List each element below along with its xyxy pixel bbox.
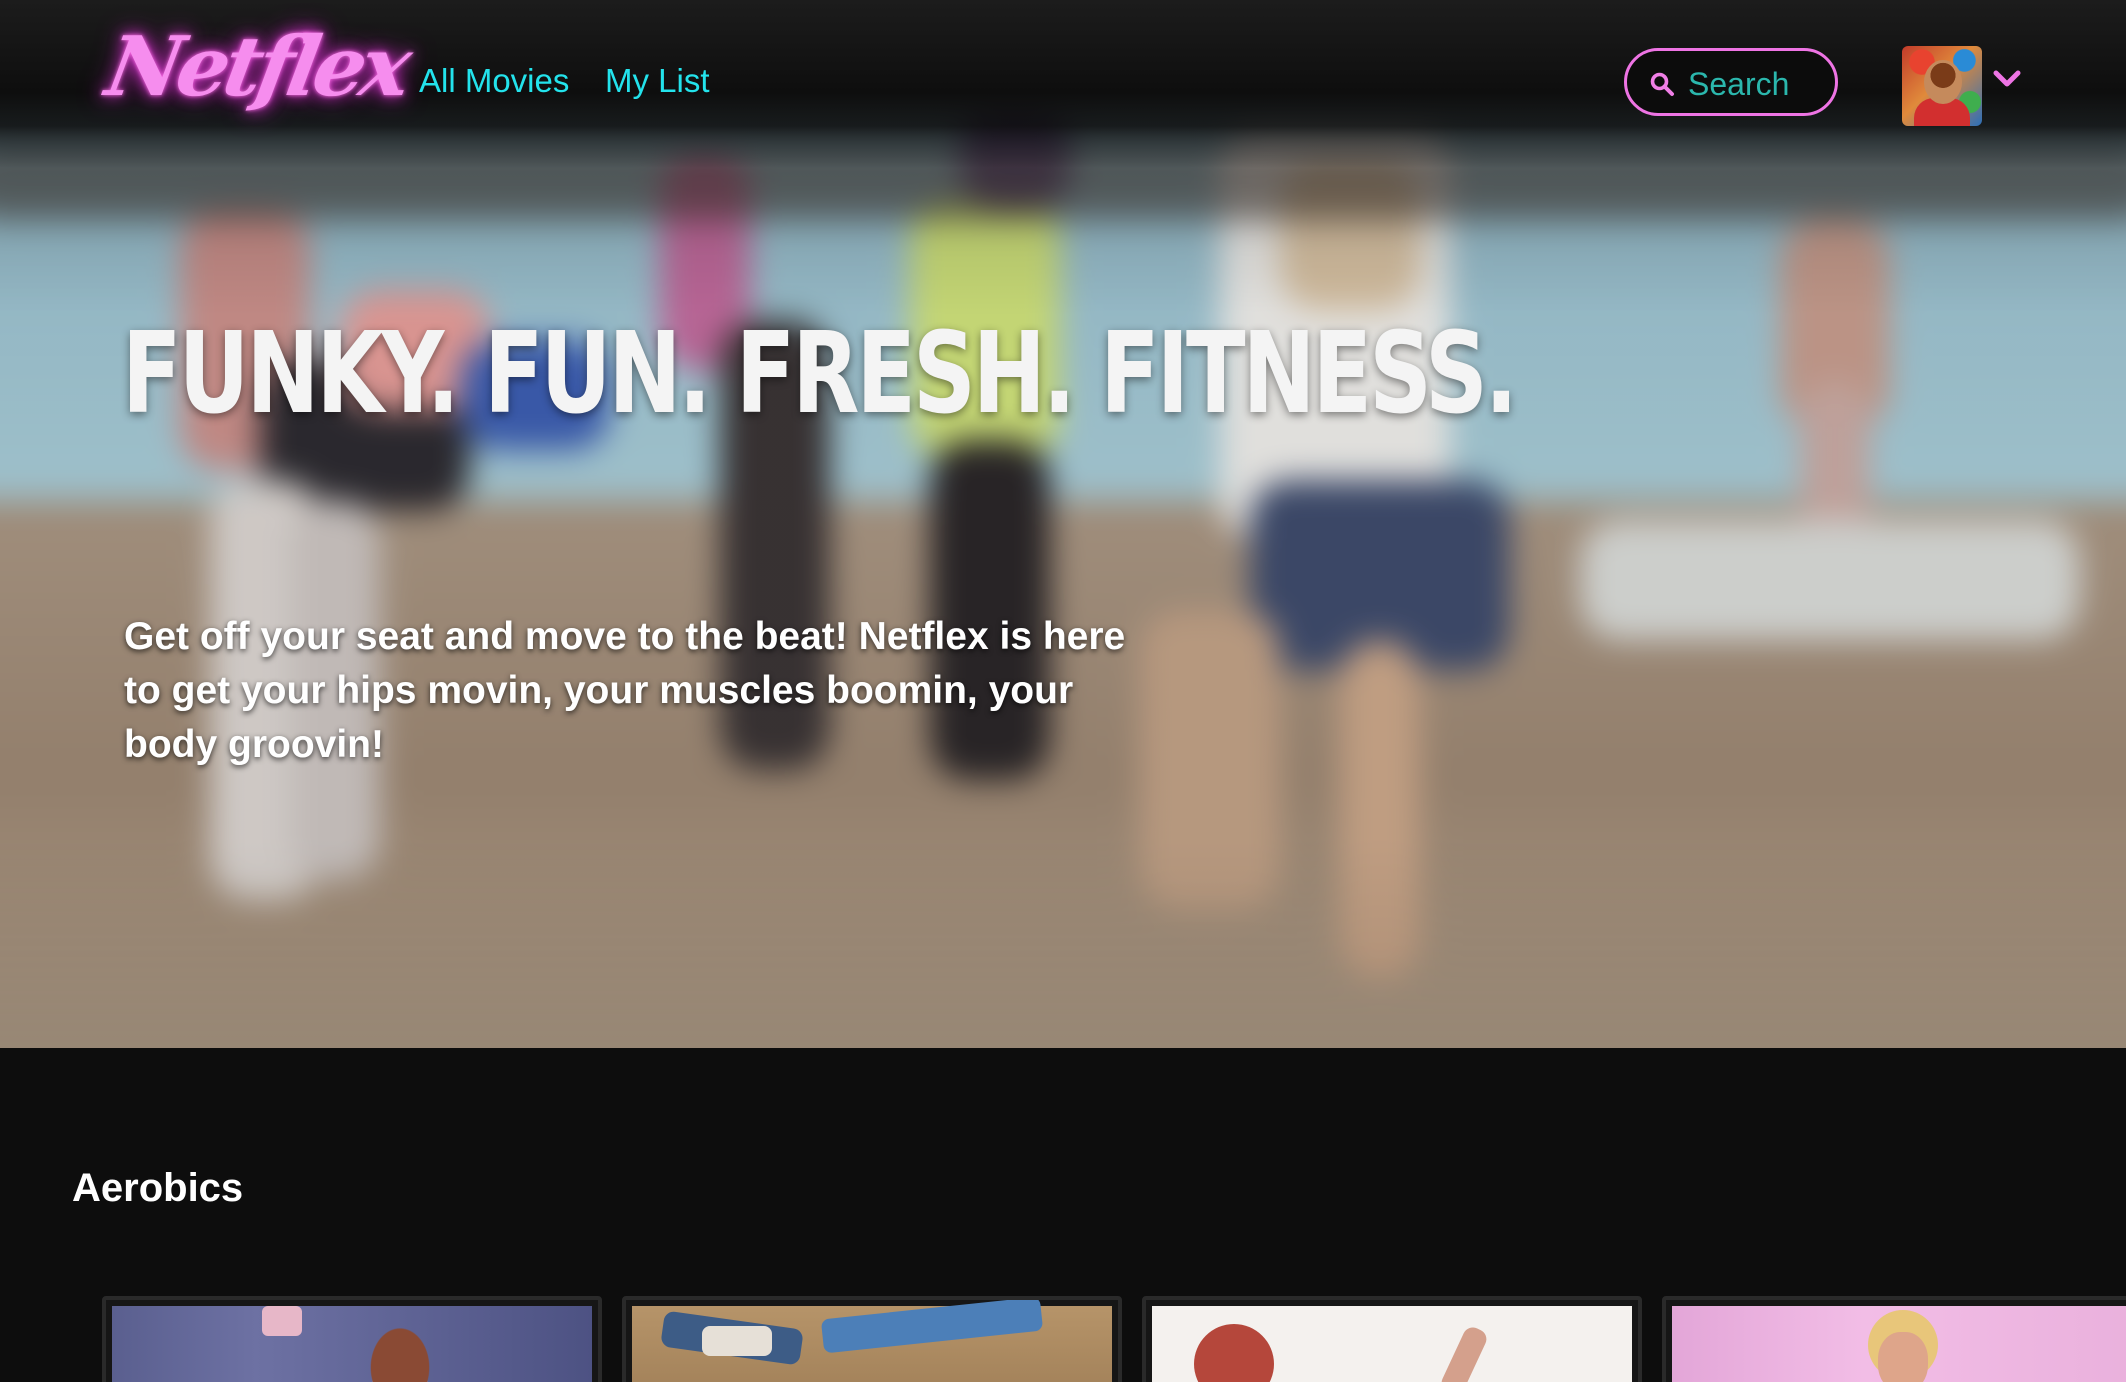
video-card[interactable] — [1142, 1296, 1642, 1382]
search-input[interactable]: Search — [1624, 48, 1838, 116]
search-placeholder: Search — [1688, 66, 1790, 102]
video-thumbnail — [632, 1300, 1112, 1382]
hero-title: FUNKY. FUN. FRESH. FITNESS. — [122, 309, 1518, 439]
video-thumbnail — [1672, 1306, 2126, 1382]
nav-all-movies[interactable]: All Movies — [419, 64, 569, 97]
search-icon — [1650, 72, 1674, 96]
hero-description: Get off your seat and move to the beat! … — [124, 615, 1126, 766]
video-card[interactable] — [1662, 1296, 2126, 1382]
video-card[interactable] — [622, 1296, 1122, 1382]
nav-my-list[interactable]: My List — [605, 64, 710, 97]
netflex-logo[interactable]: Netflex — [100, 19, 414, 115]
browse-page: FUNKY. FUN. FRESH. FITNESS. Get off your… — [0, 0, 2126, 1382]
video-thumbnail — [1152, 1306, 1632, 1382]
video-thumbnail — [112, 1306, 592, 1382]
top-navbar: Netflex All Movies My List Search — [0, 0, 2126, 168]
chevron-down-icon[interactable] — [1992, 68, 2022, 90]
row-title-aerobics: Aerobics — [72, 1166, 244, 1210]
video-card[interactable] — [102, 1296, 602, 1382]
profile-avatar[interactable] — [1902, 46, 1982, 126]
